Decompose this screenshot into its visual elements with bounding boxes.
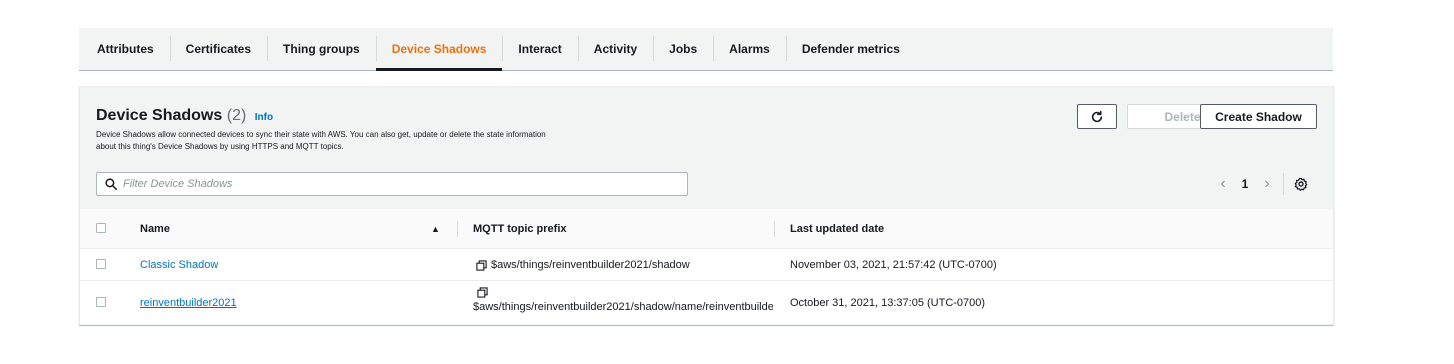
refresh-button[interactable]	[1077, 104, 1117, 129]
page-title: Device Shadows (2) Info	[96, 107, 273, 125]
filter-input[interactable]	[123, 178, 663, 190]
copy-icon[interactable]	[477, 287, 488, 298]
table-header: Name ▲ MQTT topic prefix Last updated da…	[80, 209, 1333, 249]
create-shadow-button[interactable]: Create Shadow	[1200, 104, 1317, 129]
next-page-icon[interactable]: ›	[1257, 175, 1277, 193]
row-checkbox[interactable]	[96, 297, 106, 307]
gear-icon	[1294, 177, 1308, 191]
tab-device-shadows[interactable]: Device Shadows	[375, 28, 503, 71]
item-count: (2)	[226, 107, 247, 124]
pagination: ‹ 1 ›	[1213, 173, 1318, 195]
tab-thing-groups[interactable]: Thing groups	[267, 28, 376, 70]
tab-certificates[interactable]: Certificates	[169, 28, 267, 70]
panel-description: Device Shadows allow connected devices t…	[96, 130, 546, 151]
refresh-icon	[1091, 110, 1103, 122]
column-header-updated[interactable]: Last updated date	[790, 209, 884, 249]
topic-prefix: $aws/things/reinventbuilder2021/shadow	[491, 259, 690, 271]
filter-field[interactable]	[96, 172, 688, 196]
page-number[interactable]: 1	[1233, 177, 1257, 191]
shadow-name-link[interactable]: reinventbuilder2021	[140, 297, 237, 309]
search-icon	[105, 178, 117, 190]
sort-ascending-icon[interactable]: ▲	[431, 209, 440, 249]
title-text: Device Shadows	[96, 107, 223, 124]
tab-interact[interactable]: Interact	[502, 28, 577, 70]
panel-header: Device Shadows (2) Info Device Shadows a…	[80, 87, 1333, 209]
column-divider[interactable]	[774, 221, 775, 237]
tab-alarms[interactable]: Alarms	[713, 28, 786, 70]
column-header-name[interactable]: Name	[140, 209, 170, 249]
previous-page-icon[interactable]: ‹	[1213, 175, 1233, 193]
row-checkbox[interactable]	[96, 259, 106, 269]
tab-jobs[interactable]: Jobs	[653, 28, 713, 70]
last-updated: November 03, 2021, 21:57:42 (UTC-0700)	[790, 259, 997, 271]
tab-defender-metrics[interactable]: Defender metrics	[785, 28, 916, 70]
tab-attributes[interactable]: Attributes	[81, 28, 170, 70]
column-header-topic[interactable]: MQTT topic prefix	[473, 209, 567, 249]
tab-activity[interactable]: Activity	[577, 28, 653, 70]
device-shadows-panel: Device Shadows (2) Info Device Shadows a…	[79, 86, 1334, 325]
info-link[interactable]: Info	[255, 112, 273, 123]
last-updated: October 31, 2021, 13:37:05 (UTC-0700)	[790, 297, 986, 309]
select-all-checkbox[interactable]	[96, 223, 106, 233]
table-row: Classic Shadow $aws/things/reinventbuild…	[80, 249, 1333, 281]
topic-prefix: $aws/things/reinventbuilder2021/shadow/n…	[473, 301, 773, 313]
column-divider[interactable]	[457, 221, 458, 237]
shadow-name-link[interactable]: Classic Shadow	[140, 259, 218, 271]
tab-bar: Attributes Certificates Thing groups Dev…	[79, 28, 1333, 71]
settings-button[interactable]	[1284, 177, 1318, 191]
table-row: reinventbuilder2021 $aws/things/reinvent…	[80, 281, 1333, 325]
copy-icon[interactable]	[476, 259, 487, 271]
